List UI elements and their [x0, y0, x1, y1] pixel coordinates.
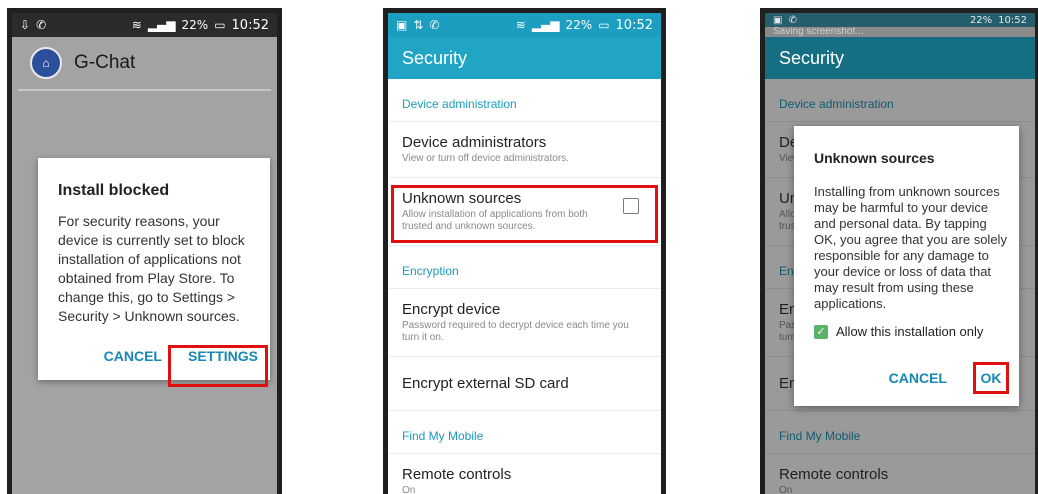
setting-subtitle: Password required to decrypt device each… [402, 320, 629, 343]
setting-remote-controls[interactable]: Remote controls On [388, 454, 661, 494]
checkmark-icon[interactable]: ✓ [814, 324, 828, 339]
settings-highlight-box [168, 345, 268, 387]
wifi-icon: ≋ [131, 18, 142, 32]
phone-install-blocked: ⇩ ✆ ≋ ▂▄▆ 22% ▭ 10:52 ⌂ G-Chat Install b… [7, 8, 282, 494]
screen: ▣ ✆ 22% 10:52 Saving screenshot... Secur… [765, 13, 1035, 494]
status-time: 10:52 [998, 14, 1027, 26]
saving-screenshot-label: Saving screenshot... [773, 26, 864, 37]
setting-title: Remote controls [402, 466, 512, 483]
cancel-button[interactable]: CANCEL [889, 370, 947, 386]
battery-percent: 22% [565, 18, 593, 32]
wifi-icon: ≋ [515, 18, 526, 32]
page-title: Security [388, 37, 661, 79]
section-header-device-admin: Device administration [765, 79, 1035, 122]
cancel-button[interactable]: CANCEL [104, 348, 162, 364]
battery-percent: 22% [969, 14, 993, 26]
setting-subtitle: On [402, 485, 416, 494]
screen: ▣ ⇅ ✆ ≋ ▂▄▆ 22% ▭ 10:52 Security Device … [388, 13, 661, 494]
status-bar: ⇩ ✆ ≋ ▂▄▆ 22% ▭ 10:52 [12, 13, 277, 37]
setting-encrypt-device[interactable]: Encrypt device Password required to decr… [388, 289, 661, 357]
section-header-find-my-mobile: Find My Mobile [388, 411, 661, 454]
signal-icon: ▂▄▆ [531, 18, 560, 32]
setting-title: Remote controls [779, 466, 889, 483]
dialog-actions: CANCEL OK [889, 362, 1009, 394]
screenshot-icon: ▣ [773, 14, 783, 26]
setting-encrypt-sd-card[interactable]: Encrypt external SD card [388, 357, 661, 411]
setting-unknown-sources[interactable]: Unknown sources Allow installation of ap… [388, 178, 661, 246]
call-icon: ✆ [36, 18, 47, 32]
status-time: 10:52 [231, 17, 269, 33]
dialog-title: Install blocked [58, 182, 170, 199]
setting-title: Device administrators [402, 134, 547, 151]
section-header-encryption: Encryption [388, 246, 661, 289]
setting-subtitle: View or turn off device administrators. [402, 153, 569, 164]
setting-title: Unknown sources [402, 190, 522, 207]
call-icon: ✆ [788, 14, 797, 26]
dialog-body: Installing from unknown sources may be h… [814, 184, 1007, 311]
phone-unknown-sources-dialog: ▣ ✆ 22% 10:52 Saving screenshot... Secur… [760, 8, 1038, 494]
setting-subtitle: Allow installation of applications from … [402, 209, 588, 232]
screen: ⇩ ✆ ≋ ▂▄▆ 22% ▭ 10:52 ⌂ G-Chat Install b… [12, 13, 277, 494]
setting-remote-controls[interactable]: Remote controls On [765, 454, 1035, 494]
app-title: G-Chat [74, 52, 136, 73]
checkbox-label: Allow this installation only [836, 324, 984, 339]
signal-icon: ▂▄▆ [147, 18, 176, 32]
allow-installation-checkbox-row[interactable]: ✓ Allow this installation only [814, 324, 1019, 339]
settings-list: Device administration Device administrat… [388, 79, 661, 494]
status-bar: ▣ ✆ 22% 10:52 [765, 13, 1035, 27]
status-bar: ▣ ⇅ ✆ ≋ ▂▄▆ 22% ▭ 10:52 [388, 13, 661, 37]
page-title: Security [765, 37, 1035, 79]
section-header-device-admin: Device administration [388, 79, 661, 122]
app-header: ⌂ G-Chat [18, 37, 271, 91]
dialog-body: For security reasons, your device is cur… [58, 213, 245, 324]
download-icon: ⇩ [20, 18, 31, 32]
status-time: 10:52 [615, 17, 653, 33]
setting-title: Encrypt external SD card [402, 375, 569, 392]
dialog-title: Unknown sources [814, 150, 935, 166]
ok-highlight-box: OK [973, 362, 1009, 394]
call-icon: ✆ [429, 18, 440, 32]
section-header-find-my-mobile: Find My Mobile [765, 411, 1035, 454]
battery-percent: 22% [181, 18, 209, 32]
setting-device-administrators[interactable]: Device administrators View or turn off d… [388, 122, 661, 178]
unknown-sources-checkbox[interactable] [623, 198, 639, 214]
bank-icon: ⌂ [30, 47, 62, 79]
data-icon: ⇅ [413, 18, 424, 32]
battery-icon: ▭ [214, 18, 226, 32]
unknown-sources-dialog: Unknown sources Installing from unknown … [794, 126, 1019, 406]
screenshot-icon: ▣ [396, 18, 408, 32]
setting-subtitle: On [779, 485, 793, 494]
phone-security-settings: ▣ ⇅ ✆ ≋ ▂▄▆ 22% ▭ 10:52 Security Device … [383, 8, 666, 494]
ok-button[interactable]: OK [981, 370, 1002, 386]
battery-icon: ▭ [598, 18, 610, 32]
setting-title: Encrypt device [402, 301, 501, 318]
